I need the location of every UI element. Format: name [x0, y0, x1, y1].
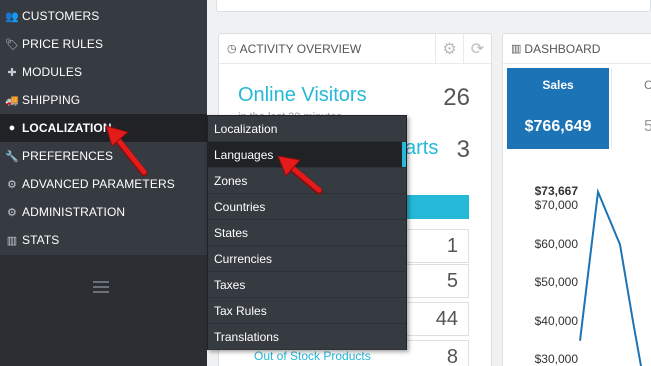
globe-icon: ●: [8, 122, 16, 134]
sidebar-item-label: LOCALIZATION: [22, 121, 112, 135]
sales-title: Sales: [542, 78, 574, 92]
active-carts-value: 3: [456, 136, 470, 163]
truck-icon: 🚚: [5, 94, 19, 107]
online-visitors-value: 26: [443, 84, 470, 111]
pointer-arrow-icon: [277, 155, 323, 195]
top-panel: [216, 0, 651, 12]
configure-icon[interactable]: ⚙: [435, 34, 463, 64]
sidebar-item-shipping[interactable]: 🚚 SHIPPING: [0, 86, 207, 114]
sidebar-item-label: STATS: [22, 233, 60, 247]
refresh-icon[interactable]: ⟳: [463, 34, 491, 64]
sales-tile[interactable]: Sales $766,649: [507, 68, 609, 149]
activity-panel-title: ACTIVITY OVERVIEW: [239, 41, 362, 56]
sales-chart-svg: [579, 188, 643, 366]
sidebar-item-label: PRICE RULES: [22, 37, 104, 51]
section-header-bar: [407, 195, 469, 219]
submenu-item-currencies[interactable]: Currencies: [208, 246, 406, 272]
submenu-item-states[interactable]: States: [208, 220, 406, 246]
clock-icon: ◷: [227, 43, 237, 55]
sidebar-item-administration[interactable]: ⚙ ADMINISTRATION: [0, 198, 207, 226]
dashboard-panel-header: ▥ DASHBOARD: [503, 34, 651, 64]
sidebar: 👥 CUSTOMERS 🏷 PRICE RULES ✚ MODULES 🚚 SHIPPING ●…: [0, 0, 207, 366]
tag-icon: 🏷: [4, 38, 20, 51]
stat-value: 44: [407, 302, 469, 336]
sidebar-item-stats[interactable]: ▥ STATS: [0, 226, 207, 254]
bar-chart-icon: ▥: [6, 234, 18, 247]
sidebar-item-label: MODULES: [22, 65, 83, 79]
stat-value: 5: [407, 264, 469, 298]
gear-icon: ⚙: [7, 206, 17, 219]
cogs-icon: ⚙: [7, 178, 17, 191]
dashboard-panel-title: DASHBOARD: [524, 41, 601, 56]
sales-value: $766,649: [524, 118, 592, 135]
submenu-item-localization[interactable]: Localization: [208, 116, 406, 142]
bar-chart-icon: ▥: [511, 43, 522, 55]
active-carts-link[interactable]: arts: [405, 137, 438, 160]
submenu-item-translations[interactable]: Translations: [208, 324, 406, 350]
pointer-arrow-icon: [105, 125, 148, 177]
stat-value: 1: [407, 229, 469, 263]
online-visitors-link[interactable]: Online Visitors: [238, 84, 367, 107]
sidebar-item-customers[interactable]: 👥 CUSTOMERS: [0, 2, 207, 30]
customers-icon: 👥: [5, 10, 19, 23]
puzzle-icon: ✚: [7, 66, 17, 79]
submenu-item-taxes[interactable]: Taxes: [208, 272, 406, 298]
conversion-tile[interactable]: C 5: [611, 68, 651, 149]
conversion-title: C: [644, 78, 651, 92]
sales-chart: $73,667 $70,000 $60,000 $50,000 $40,000 $30,0…: [502, 180, 651, 366]
sidebar-footer: [0, 255, 207, 366]
sidebar-item-label: ADMINISTRATION: [22, 205, 126, 219]
conversion-value: 5: [644, 118, 651, 135]
sidebar-item-label: CUSTOMERS: [22, 9, 100, 23]
sidebar-item-label: SHIPPING: [22, 93, 81, 107]
stat-value: 8: [407, 340, 469, 366]
sales-series-line: [579, 188, 643, 366]
sidebar-item-modules[interactable]: ✚ MODULES: [0, 58, 207, 86]
collapse-menu-icon[interactable]: [93, 281, 109, 293]
wrench-icon: 🔧: [5, 150, 19, 163]
out-of-stock-link[interactable]: Out of Stock Products: [254, 349, 371, 363]
sidebar-item-price-rules[interactable]: 🏷 PRICE RULES: [0, 30, 207, 58]
submenu-item-tax-rules[interactable]: Tax Rules: [208, 298, 406, 324]
